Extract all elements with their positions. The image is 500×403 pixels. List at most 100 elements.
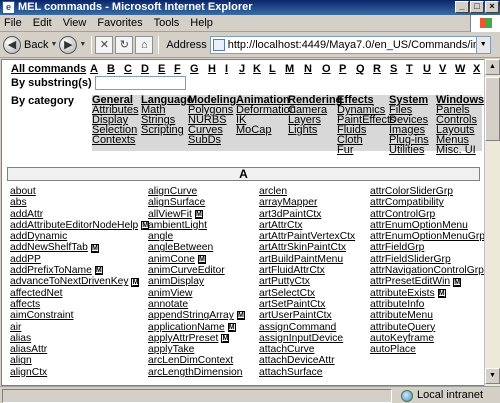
address-field[interactable]: http://localhost:4449/Maya7.0/en_US/Comm… bbox=[209, 35, 477, 54]
command-link[interactable]: alias bbox=[10, 333, 149, 344]
command-link[interactable]: artSelectCtx bbox=[259, 288, 355, 299]
command-link[interactable]: attrFieldGrp bbox=[370, 242, 484, 253]
letter-link[interactable]: S bbox=[390, 63, 397, 75]
letter-link[interactable]: G bbox=[190, 63, 199, 75]
menu-tools[interactable]: Tools bbox=[154, 17, 180, 29]
command-link[interactable]: aliasAttr bbox=[10, 344, 149, 355]
command-link[interactable]: attributeInfo bbox=[370, 299, 484, 310]
letter-link[interactable]: A bbox=[90, 63, 98, 75]
letter-link[interactable]: W bbox=[455, 63, 465, 75]
menu-file[interactable]: File bbox=[4, 17, 22, 29]
command-link[interactable]: applyTake bbox=[148, 344, 245, 355]
command-link[interactable]: autoKeyframe bbox=[370, 333, 484, 344]
command-link[interactable]: addPP bbox=[10, 254, 149, 265]
category-item[interactable]: MoCap bbox=[236, 125, 296, 136]
forward-button[interactable]: ▶ ▼ bbox=[59, 34, 86, 56]
command-link[interactable]: artAttrCtx bbox=[259, 220, 355, 231]
command-link[interactable]: artFluidAttrCtx bbox=[259, 265, 355, 276]
category-item[interactable]: Scripting bbox=[141, 125, 193, 136]
command-link[interactable]: annotate bbox=[148, 299, 245, 310]
category-item[interactable]: Contexts bbox=[92, 135, 138, 146]
scroll-thumb[interactable] bbox=[485, 77, 500, 141]
command-link[interactable]: artPuttyCtx bbox=[259, 276, 355, 287]
category-item[interactable]: Misc. UI bbox=[436, 145, 484, 156]
vertical-scrollbar[interactable]: ▲ ▼ bbox=[484, 59, 500, 386]
command-link[interactable]: animView bbox=[148, 288, 245, 299]
command-link[interactable]: aimConstraint bbox=[10, 310, 149, 321]
letter-link[interactable]: F bbox=[174, 63, 181, 75]
maximize-button[interactable]: □ bbox=[470, 1, 484, 13]
letter-link[interactable]: K bbox=[253, 63, 261, 75]
command-link[interactable]: attrCompatibility bbox=[370, 197, 484, 208]
command-link[interactable]: arcLengthDimension bbox=[148, 367, 245, 378]
command-link[interactable]: alignCtx bbox=[10, 367, 149, 378]
command-link[interactable]: attributeExists M bbox=[370, 288, 484, 299]
command-link[interactable]: attachSurface bbox=[259, 367, 355, 378]
command-link[interactable]: artSetPaintCtx bbox=[259, 299, 355, 310]
substring-input[interactable] bbox=[94, 76, 186, 90]
command-link[interactable]: applyAttrPreset M bbox=[148, 333, 245, 344]
command-link[interactable]: autoPlace bbox=[370, 344, 484, 355]
category-item[interactable]: Utilities bbox=[389, 145, 429, 156]
letter-link[interactable]: N bbox=[304, 63, 312, 75]
letter-link[interactable]: L bbox=[269, 63, 276, 75]
letter-link[interactable]: M bbox=[285, 63, 294, 75]
command-link[interactable]: arrayMapper bbox=[259, 197, 355, 208]
command-link[interactable]: advanceToNextDrivenKey M bbox=[10, 276, 149, 287]
chevron-down-icon[interactable]: ▼ bbox=[79, 41, 86, 48]
command-link[interactable]: air bbox=[10, 322, 149, 333]
letter-link[interactable]: Q bbox=[356, 63, 365, 75]
command-link[interactable]: animCone M bbox=[148, 254, 245, 265]
command-link[interactable]: attributeQuery bbox=[370, 322, 484, 333]
command-link[interactable]: affects bbox=[10, 299, 149, 310]
command-link[interactable]: ambientLight bbox=[148, 220, 245, 231]
all-commands-link[interactable]: All commands bbox=[11, 63, 86, 75]
letter-link[interactable]: X bbox=[473, 63, 480, 75]
letter-link[interactable]: P bbox=[339, 63, 346, 75]
command-link[interactable]: attrEnumOptionMenu bbox=[370, 220, 484, 231]
letter-link[interactable]: B bbox=[107, 63, 115, 75]
category-item[interactable]: SubDs bbox=[188, 135, 236, 146]
command-link[interactable]: arcLenDimContext bbox=[148, 355, 245, 366]
command-link[interactable]: addAttr bbox=[10, 209, 149, 220]
letter-link[interactable]: D bbox=[141, 63, 149, 75]
command-link[interactable]: assignInputDevice bbox=[259, 333, 355, 344]
command-link[interactable]: artUserPaintCtx bbox=[259, 310, 355, 321]
command-link[interactable]: artAttrPaintVertexCtx bbox=[259, 231, 355, 242]
command-link[interactable]: arclen bbox=[259, 186, 355, 197]
menu-favorites[interactable]: Favorites bbox=[97, 17, 142, 29]
command-link[interactable]: artBuildPaintMenu bbox=[259, 254, 355, 265]
command-link[interactable]: addAttributeEditorNodeHelp M bbox=[10, 220, 150, 231]
command-link[interactable]: appendStringArray M bbox=[148, 310, 245, 321]
category-item[interactable]: Fur bbox=[337, 145, 396, 156]
command-link[interactable]: alignCurve bbox=[148, 186, 245, 197]
command-link[interactable]: attachCurve bbox=[259, 344, 355, 355]
command-link[interactable]: align bbox=[10, 355, 149, 366]
minimize-button[interactable]: _ bbox=[455, 1, 469, 13]
command-link[interactable]: attrColorSliderGrp bbox=[370, 186, 484, 197]
command-link[interactable]: animCurveEditor bbox=[148, 265, 245, 276]
letter-link[interactable]: V bbox=[439, 63, 446, 75]
command-link[interactable]: attrFieldSliderGrp bbox=[370, 254, 484, 265]
command-link[interactable]: artAttrSkinPaintCtx bbox=[259, 242, 355, 253]
letter-link[interactable]: R bbox=[373, 63, 381, 75]
command-link[interactable]: attrNavigationControlGrp bbox=[370, 265, 484, 276]
scroll-up-icon[interactable]: ▲ bbox=[485, 59, 500, 75]
letter-link[interactable]: H bbox=[208, 63, 216, 75]
chevron-down-icon[interactable]: ▼ bbox=[50, 41, 57, 48]
letter-link[interactable]: U bbox=[423, 63, 431, 75]
refresh-icon[interactable]: ↻ bbox=[115, 35, 134, 54]
command-link[interactable]: applicationName M bbox=[148, 322, 245, 333]
command-link[interactable]: animDisplay bbox=[148, 276, 245, 287]
letter-link[interactable]: J bbox=[239, 63, 245, 75]
letter-link[interactable]: I bbox=[225, 63, 228, 75]
command-link[interactable]: angleBetween bbox=[148, 242, 245, 253]
letter-link[interactable]: E bbox=[158, 63, 165, 75]
close-button[interactable]: × bbox=[485, 1, 499, 13]
category-item[interactable]: Lights bbox=[288, 125, 342, 136]
command-link[interactable]: attrEnumOptionMenuGrp bbox=[370, 231, 484, 242]
home-icon[interactable]: ⌂ bbox=[135, 35, 154, 54]
letter-link[interactable]: C bbox=[124, 63, 132, 75]
command-link[interactable]: addPrefixToName M bbox=[10, 265, 149, 276]
scroll-down-icon[interactable]: ▼ bbox=[485, 368, 500, 384]
